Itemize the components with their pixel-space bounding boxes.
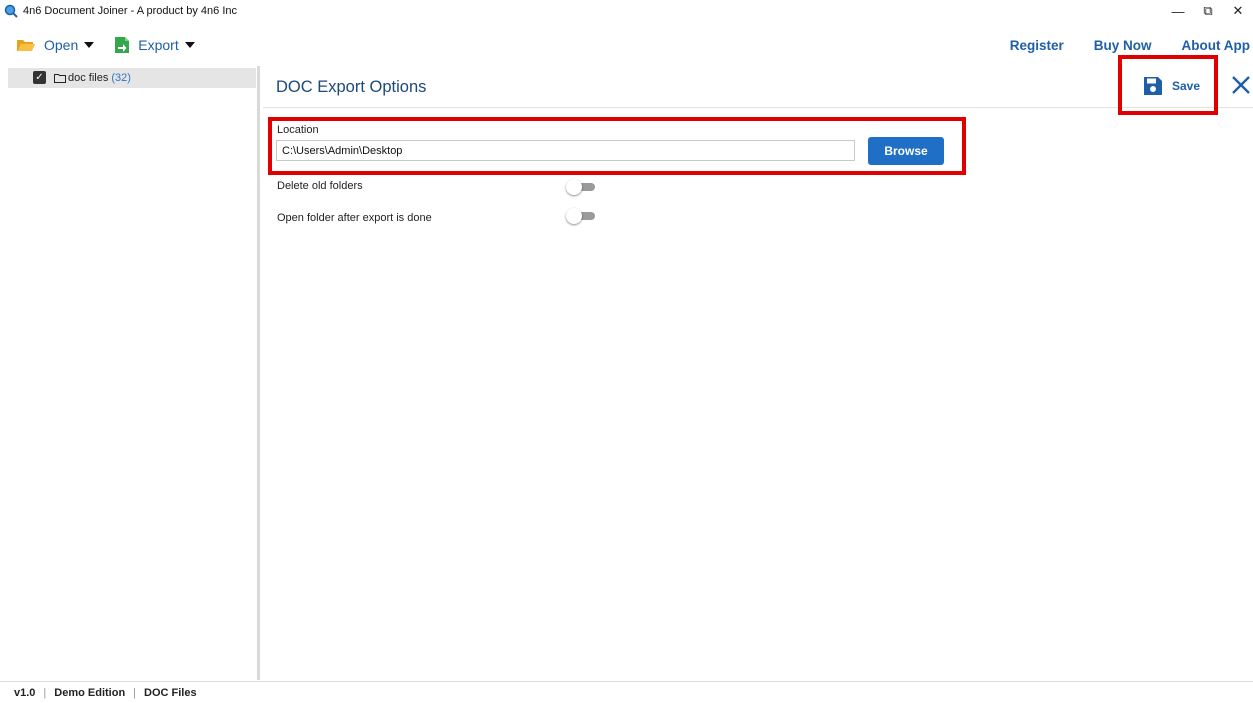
window-title: 4n6 Document Joiner - A product by 4n6 I… [23,5,238,17]
toolbar: Open Export Register Buy Now About App [0,26,1253,64]
close-icon[interactable] [1230,74,1252,96]
location-input[interactable] [276,140,855,161]
export-menu-label: Export [138,37,179,53]
mode-text: DOC Files [144,686,197,699]
tree-item-label: doc files [68,72,109,84]
register-link[interactable]: Register [1010,38,1064,53]
tree-item-count: (32) [111,72,131,84]
buy-now-link[interactable]: Buy Now [1094,38,1152,53]
open-folder-after-export-label: Open folder after export is done [277,212,432,224]
tree-checkbox[interactable]: ✓ [33,71,46,84]
minimize-button[interactable]: — [1163,0,1193,22]
status-separator: | [43,686,47,699]
open-folder-after-export-toggle[interactable] [564,208,596,224]
open-menu-button[interactable]: Open [16,37,95,53]
delete-old-folders-toggle[interactable] [564,179,596,195]
status-separator: | [133,686,137,699]
chevron-down-icon [84,42,95,48]
folder-open-icon [17,40,35,51]
edition-text: Demo Edition [54,686,126,699]
about-app-link[interactable]: About App [1182,38,1250,53]
export-menu-button[interactable]: Export [114,36,195,54]
location-label: Location [277,124,319,136]
status-bar: v1.0 | Demo Edition | DOC Files [0,681,1253,703]
save-button[interactable]: Save [1143,76,1200,96]
save-label: Save [1172,79,1201,93]
export-file-icon [115,37,130,53]
close-window-button[interactable]: ✕ [1223,0,1253,22]
window-controls: — ⧉ ✕ [1163,0,1253,22]
save-icon [1144,77,1162,95]
open-menu-label: Open [44,37,79,53]
title-bar: 4n6 Document Joiner - A product by 4n6 I… [0,0,1253,22]
delete-old-folders-label: Delete old folders [277,180,363,192]
version-text: v1.0 [14,686,36,699]
folder-tree-pane: doc files (32) [0,66,260,680]
app-logo-icon [4,4,18,18]
folder-icon [54,74,66,83]
panel-header: DOC Export Options Save [263,66,1253,108]
toggle-knob [566,179,582,195]
panel-title: DOC Export Options [276,78,427,96]
toolbar-links: Register Buy Now About App [980,26,1253,64]
chevron-down-icon [184,42,195,48]
browse-button[interactable]: Browse [868,137,944,165]
toggle-knob [566,208,582,224]
restore-button[interactable]: ⧉ [1193,0,1223,22]
